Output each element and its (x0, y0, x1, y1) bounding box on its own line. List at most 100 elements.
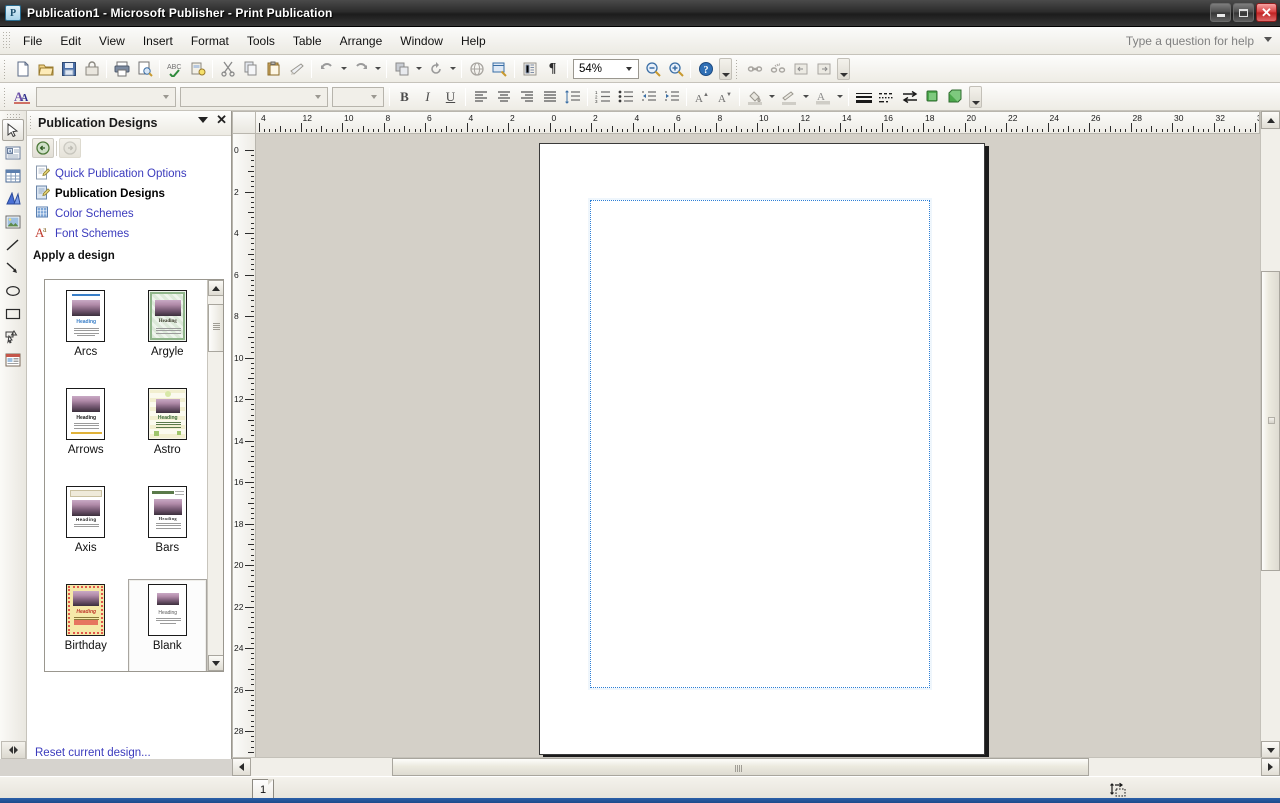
align-left-icon[interactable] (469, 86, 492, 108)
scroll-up-button[interactable] (1261, 111, 1280, 129)
vertical-scrollbar[interactable] (1260, 111, 1280, 759)
extra-toolbar-options[interactable] (837, 58, 850, 80)
justify-icon[interactable] (538, 86, 561, 108)
task-pane-forward-button[interactable] (59, 138, 81, 158)
picture-frame-tool[interactable] (2, 211, 24, 233)
style-combo[interactable] (36, 87, 176, 107)
new-icon[interactable] (11, 58, 34, 80)
next-frame-icon[interactable] (812, 58, 835, 80)
grow-font-icon[interactable]: A▲ (690, 86, 713, 108)
close-button[interactable]: ✕ (1256, 3, 1277, 22)
design-gallery-scrollbar[interactable] (207, 280, 223, 671)
3d-style-icon[interactable] (944, 86, 967, 108)
fill-color-icon[interactable] (743, 86, 766, 108)
task-pane-link-quick-publication-options[interactable]: Quick Publication Options (35, 164, 231, 184)
wordart-tool[interactable] (2, 188, 24, 210)
design-gallery-tool[interactable] (2, 349, 24, 371)
text-box-tool[interactable]: A (2, 142, 24, 164)
scroll-left-button[interactable] (232, 758, 251, 776)
help-dropdown-icon[interactable] (1264, 37, 1272, 42)
design-item-axis[interactable]: Heading Axis (46, 481, 126, 577)
shadow-style-icon[interactable] (921, 86, 944, 108)
menu-table[interactable]: Table (284, 30, 331, 52)
styles-and-formatting-icon[interactable]: AA (11, 86, 34, 108)
task-pane-link-color-schemes[interactable]: Color Schemes (35, 204, 231, 224)
link-frames-icon[interactable] (743, 58, 766, 80)
line-color-icon[interactable] (777, 86, 800, 108)
style-dropdown-icon[interactable] (158, 88, 173, 106)
numbering-icon[interactable]: 123 (591, 86, 614, 108)
standard-toolbar-grip[interactable] (3, 59, 7, 79)
gallery-scroll-thumb[interactable] (208, 304, 224, 352)
publication-canvas[interactable] (256, 134, 1260, 759)
fill-color-dropdown-icon[interactable] (766, 86, 777, 108)
task-pane-back-button[interactable] (32, 138, 54, 158)
italic-icon[interactable]: I (416, 86, 439, 108)
previous-frame-icon[interactable] (789, 58, 812, 80)
task-pane-grip[interactable] (29, 115, 33, 131)
menu-tools[interactable]: Tools (238, 30, 284, 52)
font-dropdown-icon[interactable] (310, 88, 325, 106)
zoom-combo[interactable]: 54% (573, 59, 639, 79)
design-item-arrows[interactable]: Heading Arrows (46, 383, 126, 479)
rectangle-tool[interactable] (2, 303, 24, 325)
cut-icon[interactable] (216, 58, 239, 80)
select-objects-tool[interactable] (2, 119, 24, 141)
menu-help[interactable]: Help (452, 30, 495, 52)
unlink-frames-icon[interactable] (766, 58, 789, 80)
increase-indent-icon[interactable] (660, 86, 683, 108)
redo-dropdown-icon[interactable] (372, 58, 383, 80)
line-color-dropdown-icon[interactable] (800, 86, 811, 108)
shrink-font-icon[interactable]: A▼ (713, 86, 736, 108)
help-icon[interactable]: ? (694, 58, 717, 80)
objects-toolbar-grip[interactable] (6, 113, 20, 118)
standard-toolbar-options[interactable] (719, 58, 732, 80)
task-pane-link-font-schemes[interactable]: Aa Font Schemes (35, 224, 231, 244)
bullets-icon[interactable] (614, 86, 637, 108)
menu-window[interactable]: Window (391, 30, 452, 52)
menu-edit[interactable]: Edit (51, 30, 90, 52)
vertical-scroll-thumb[interactable] (1261, 271, 1280, 571)
publication-page[interactable] (539, 143, 985, 755)
extra-toolbar-grip[interactable] (735, 59, 739, 79)
menu-format[interactable]: Format (182, 30, 238, 52)
chevron-down-icon[interactable] (198, 117, 208, 123)
font-color-dropdown-icon[interactable] (834, 86, 845, 108)
font-combo[interactable] (180, 87, 328, 107)
special-characters-icon[interactable] (518, 58, 541, 80)
font-size-combo[interactable] (332, 87, 384, 107)
menu-insert[interactable]: Insert (134, 30, 182, 52)
align-right-icon[interactable] (515, 86, 538, 108)
font-size-dropdown-icon[interactable] (366, 88, 381, 106)
objects-toolbar-options[interactable] (1, 741, 26, 759)
save-as-web-page-icon[interactable] (80, 58, 103, 80)
zoom-out-icon[interactable] (641, 58, 664, 80)
restore-button[interactable] (1233, 3, 1254, 22)
formatting-toolbar-grip[interactable] (3, 87, 7, 107)
font-color-icon[interactable]: A (811, 86, 834, 108)
print-icon[interactable] (110, 58, 133, 80)
scroll-right-button[interactable] (1261, 758, 1280, 776)
copy-icon[interactable] (239, 58, 262, 80)
menu-file[interactable]: File (14, 30, 51, 52)
vertical-ruler[interactable]: 0246810121416182022242628 (232, 134, 256, 759)
dash-style-icon[interactable] (875, 86, 898, 108)
design-item-argyle[interactable]: Heading Argyle (128, 285, 208, 381)
rotate-dropdown-icon[interactable] (447, 58, 458, 80)
bold-icon[interactable]: B (393, 86, 416, 108)
underline-icon[interactable]: U (439, 86, 462, 108)
design-item-arcs[interactable]: Heading Arcs (46, 285, 126, 381)
horizontal-scroll-thumb[interactable] (392, 758, 1089, 776)
formatting-toolbar-options[interactable] (969, 86, 982, 108)
insert-table-tool[interactable] (2, 165, 24, 187)
horizontal-scrollbar[interactable] (232, 757, 1280, 776)
design-item-bars[interactable]: Heading Bars (128, 481, 208, 577)
close-icon[interactable]: ✕ (216, 115, 227, 125)
arrow-style-icon[interactable] (898, 86, 921, 108)
autoshapes-tool[interactable] (2, 326, 24, 348)
line-tool[interactable] (2, 234, 24, 256)
rotate-icon[interactable] (424, 58, 447, 80)
save-icon[interactable] (57, 58, 80, 80)
line-style-icon[interactable] (852, 86, 875, 108)
show-formatting-marks-icon[interactable]: ¶ (541, 58, 564, 80)
